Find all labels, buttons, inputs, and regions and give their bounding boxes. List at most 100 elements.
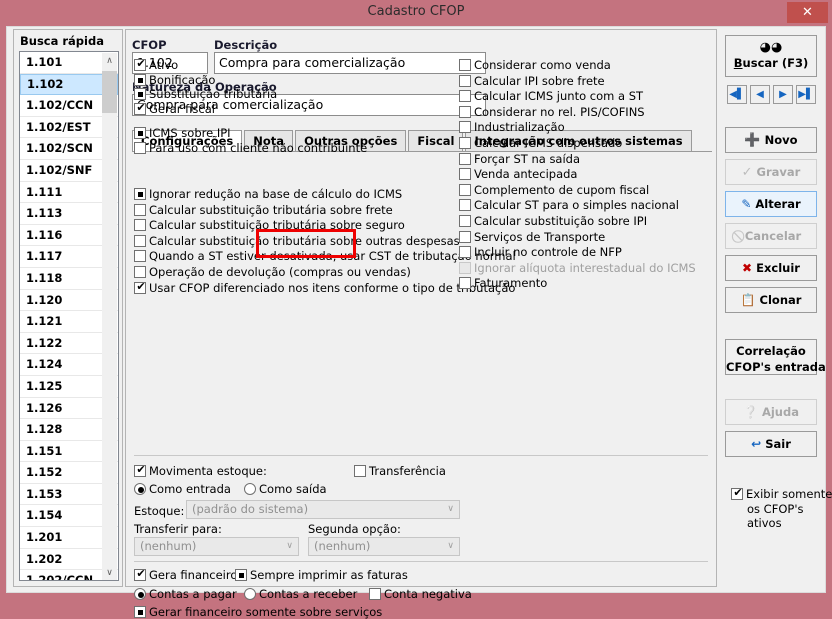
separator-estoque	[134, 455, 708, 456]
window-title: Cadastro CFOP	[367, 4, 465, 19]
checkbox-left-2[interactable]: Substituição tributária	[134, 87, 277, 101]
estoque-select[interactable]: (padrão do sistema) ∨	[186, 500, 460, 519]
checkbox-left2-0[interactable]: Ignorar redução na base de cálculo do IC…	[134, 187, 402, 201]
question-icon: ❔	[743, 405, 758, 419]
estoque-select-value: (padrão do sistema)	[192, 502, 309, 516]
transferir-para-select[interactable]: (nenhum) ∨	[134, 537, 299, 556]
checkbox-left-5[interactable]: Para uso com cliente não contribuinte	[134, 141, 367, 155]
gerar-financeiro-servicos-checkbox[interactable]: Gerar financeiro somente sobre serviços	[134, 605, 382, 619]
checkbox-right-6[interactable]: Forçar ST na saída	[459, 152, 580, 166]
checkbox-left-0[interactable]: Ativo	[134, 57, 178, 72]
checkbox-right-3[interactable]: Considerar no rel. PIS/COFINS	[459, 105, 645, 119]
checkbox-label: Calcular ST para o simples nacional	[474, 198, 679, 213]
tab-3[interactable]: Fiscal	[408, 130, 464, 152]
checkbox-right-0[interactable]: Considerar como venda	[459, 58, 611, 72]
estoque-label: Estoque:	[134, 504, 185, 518]
quick-search-title: Busca rápida	[20, 34, 104, 48]
checkbox-right-10[interactable]: Calcular substituição sobre IPI	[459, 214, 647, 228]
gravar-button[interactable]: ✓ Gravar	[725, 159, 817, 185]
sempre-imprimir-faturas-checkbox[interactable]: Sempre imprimir as faturas	[235, 568, 408, 582]
checkbox-right-7[interactable]: Venda antecipada	[459, 167, 577, 181]
correlacao-line1: Correlação	[736, 344, 806, 358]
checkbox-right-8[interactable]: Complemento de cupom fiscal	[459, 183, 649, 197]
alterar-button[interactable]: ✎ Alterar	[725, 191, 817, 217]
checkbox-box	[134, 567, 147, 581]
checkbox-label: Complemento de cupom fiscal	[474, 182, 650, 197]
scroll-up-icon[interactable]: ∧	[102, 53, 117, 69]
movimenta-estoque-checkbox[interactable]: Movimenta estoque:	[134, 463, 267, 478]
checkbox-left2-2[interactable]: Calcular substituição tributária sobre s…	[134, 218, 405, 232]
checkbox-label: Calcular substituição tributária sobre o…	[149, 233, 460, 248]
list-scrollbar[interactable]: ∧ ∨	[102, 53, 117, 580]
como-saida-radio[interactable]: Como saída	[244, 482, 327, 496]
checkbox-left2-1[interactable]: Calcular substituição tributária sobre f…	[134, 203, 393, 217]
checkbox-box	[459, 230, 471, 243]
checkbox-left2-3[interactable]: Calcular substituição tributária sobre o…	[134, 234, 460, 248]
nav-next-button[interactable]: ▶	[773, 85, 793, 104]
checkbox-label: Calcular substituição tributária sobre f…	[149, 202, 393, 217]
descricao-label: Descrição	[214, 38, 278, 52]
scroll-down-icon[interactable]: ∨	[102, 565, 117, 580]
checkbox-box	[459, 59, 471, 71]
clonar-button[interactable]: 📋 Clonar	[725, 287, 817, 313]
checkbox-left-3[interactable]: Gerar fiscal	[134, 101, 215, 116]
radio-label: Como entrada	[149, 482, 231, 496]
checkbox-box	[134, 127, 146, 139]
checkbox-right-2[interactable]: Calcular ICMS junto com a ST	[459, 89, 643, 103]
nav-prev-button[interactable]: ◀	[750, 85, 770, 104]
buscar-button[interactable]: ◕◕ BBuscar (F3)uscar (F3)	[725, 35, 817, 77]
checkbox-right-14[interactable]: Faturamento	[459, 276, 547, 290]
exibir-somente-ativos-checkbox[interactable]: Exibir somente	[731, 486, 832, 502]
alterar-label: Alterar	[755, 197, 801, 211]
check-icon: ✓	[741, 165, 753, 180]
correlacao-button[interactable]: Correlação CFOP's entrada	[725, 339, 826, 375]
checkbox-right-12[interactable]: Incluir no controle de NFP	[459, 245, 622, 259]
descricao-input[interactable]: Compra para comercialização	[214, 52, 486, 74]
checkbox-box	[134, 88, 146, 100]
cadastro-cfop-window: Cadastro CFOP ✕ Busca rápida 1.101 1.102 1…	[0, 0, 832, 619]
checkbox-label: Calcular substituição tributária sobre s…	[149, 218, 405, 233]
checkbox-left-4[interactable]: ICMS sobre IPI	[134, 126, 231, 140]
checkbox-box	[459, 183, 471, 196]
checkbox-right-13[interactable]: Ignorar alíquota interestadual do ICMS	[459, 261, 696, 275]
checkbox-right-11[interactable]: Serviços de Transporte	[459, 230, 605, 244]
checkbox-label: Venda antecipada	[474, 167, 578, 182]
chevron-down-icon: ∨	[447, 541, 454, 551]
scrollbar-thumb[interactable]	[102, 71, 117, 113]
checkbox-box	[134, 57, 147, 71]
radio-dot	[134, 483, 146, 495]
checkbox-left2-5[interactable]: Operação de devolução (compras ou vendas…	[134, 265, 411, 279]
excluir-button[interactable]: ✖ Excluir	[725, 255, 817, 281]
cancelar-button[interactable]: ⃠ Cancelar	[725, 223, 817, 249]
checkbox-box	[459, 215, 471, 227]
ajuda-label: Ajuda	[761, 405, 799, 419]
checkbox-label: Sempre imprimir as faturas	[250, 568, 408, 582]
ajuda-button[interactable]: ❔ Ajuda	[725, 399, 817, 425]
segunda-opcao-value: (nenhum)	[314, 539, 371, 553]
checkbox-box	[459, 74, 471, 87]
sair-label: Sair	[765, 437, 791, 451]
checkbox-right-5[interactable]: Calcular ICMS dispensado	[459, 136, 622, 150]
novo-button[interactable]: ➕ Novo	[725, 127, 817, 153]
cfop-list[interactable]: 1.101 1.102 1.102/CCN 1.102/EST 1.102/SCN 1.1…	[19, 51, 119, 581]
como-entrada-radio[interactable]: Como entrada	[134, 482, 231, 496]
checkbox-right-9[interactable]: Calcular ST para o simples nacional	[459, 198, 679, 212]
checkbox-left-1[interactable]: Bonificação	[134, 73, 215, 87]
gera-financeiro-checkbox[interactable]: Gera financeiro:	[134, 567, 241, 582]
checkbox-right-1[interactable]: Calcular IPI sobre frete	[459, 74, 605, 88]
checkbox-label: Bonificação	[149, 72, 216, 87]
checkbox-box	[369, 588, 381, 600]
transferir-para-label: Transferir para:	[134, 522, 222, 536]
nav-last-button[interactable]: ▶▌	[796, 85, 816, 104]
nav-first-button[interactable]: ◀▌	[727, 85, 747, 104]
transferencia-checkbox[interactable]: Transferência	[354, 464, 446, 478]
correlacao-line2: CFOP's entrada	[726, 360, 826, 374]
gravar-label: Gravar	[756, 165, 801, 179]
checkbox-right-4[interactable]: Industrialização	[459, 120, 565, 134]
sair-button[interactable]: ↩ Sair	[725, 431, 817, 457]
checkbox-label: Substituição tributária	[149, 87, 278, 101]
checkbox-label: Calcular ICMS dispensado	[474, 136, 623, 150]
segunda-opcao-select[interactable]: (nenhum) ∨	[308, 537, 460, 556]
checkbox-box	[134, 280, 147, 294]
close-icon[interactable]: ✕	[787, 2, 828, 23]
